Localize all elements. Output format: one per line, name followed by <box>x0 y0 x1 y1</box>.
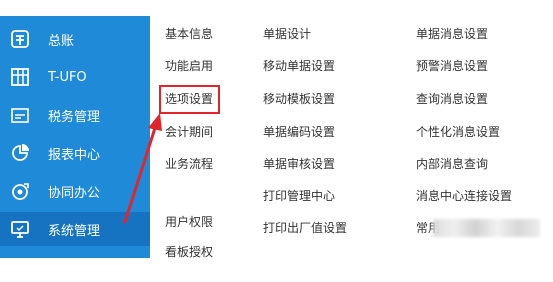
pie-chart-icon <box>9 142 31 164</box>
menu-item-alert-message-settings[interactable]: 预警消息设置 <box>416 57 488 75</box>
screenshot-stage: 总账 T-UFO 税务管理 报表中心 协同办公 系统管理 基本信息 功能启用 选… <box>0 0 553 282</box>
menu-item-internal-message-query[interactable]: 内部消息查询 <box>416 155 488 173</box>
sidebar-item-general-ledger[interactable]: 总账 <box>0 22 150 56</box>
menu-item-document-review-settings[interactable]: 单据审核设置 <box>263 155 335 173</box>
sidebar-item-collaboration[interactable]: 协同办公 <box>0 174 150 208</box>
menu-item-query-message-settings[interactable]: 查询消息设置 <box>416 90 488 108</box>
sidebar-item-label: 协同办公 <box>48 185 101 201</box>
menu-item-message-center-connection-settings[interactable]: 消息中心连接设置 <box>416 187 512 205</box>
menu-item-accounting-period[interactable]: 会计期间 <box>165 123 213 141</box>
left-nav-sidebar: 总账 T-UFO 税务管理 报表中心 协同办公 系统管理 <box>0 16 150 258</box>
menu-item-document-numbering-settings[interactable]: 单据编码设置 <box>263 123 335 141</box>
menu-item-feature-enable[interactable]: 功能启用 <box>165 57 213 75</box>
sidebar-item-label: T-UFO <box>48 69 87 85</box>
highlight-box <box>159 85 220 114</box>
ledger-icon <box>9 28 31 50</box>
ufo-report-icon <box>9 66 31 88</box>
monitor-settings-icon <box>9 218 31 240</box>
menu-item-basic-info[interactable]: 基本信息 <box>165 25 213 43</box>
collaboration-icon <box>9 180 31 202</box>
menu-item-factory-print-settings[interactable]: 打印出厂值设置 <box>263 219 347 237</box>
sidebar-item-label: 税务管理 <box>48 109 101 125</box>
sidebar-item-t-ufo[interactable]: T-UFO <box>0 60 150 94</box>
sidebar-item-label: 系统管理 <box>48 223 101 239</box>
sidebar-item-label: 报表中心 <box>48 147 101 163</box>
menu-item-personalized-message-settings[interactable]: 个性化消息设置 <box>416 123 500 141</box>
menu-item-print-management-center[interactable]: 打印管理中心 <box>263 187 335 205</box>
sidebar-item-system-management[interactable]: 系统管理 <box>0 212 150 246</box>
sidebar-item-label: 总账 <box>48 33 75 49</box>
menu-item-business-process[interactable]: 业务流程 <box>165 155 213 173</box>
sidebar-item-tax-management[interactable]: 税务管理 <box>0 98 150 132</box>
menu-item-dashboard-authorization[interactable]: 看板授权 <box>165 243 213 261</box>
blurred-redaction <box>433 219 540 237</box>
menu-item-mobile-template-settings[interactable]: 移动模板设置 <box>263 90 335 108</box>
tax-icon <box>9 104 31 126</box>
menu-item-mobile-document-settings[interactable]: 移动单据设置 <box>263 57 335 75</box>
sidebar-item-report-center[interactable]: 报表中心 <box>0 136 150 170</box>
menu-item-document-design[interactable]: 单据设计 <box>263 25 311 43</box>
menu-item-user-permissions[interactable]: 用户权限 <box>165 213 213 231</box>
menu-item-document-message-settings[interactable]: 单据消息设置 <box>416 25 488 43</box>
